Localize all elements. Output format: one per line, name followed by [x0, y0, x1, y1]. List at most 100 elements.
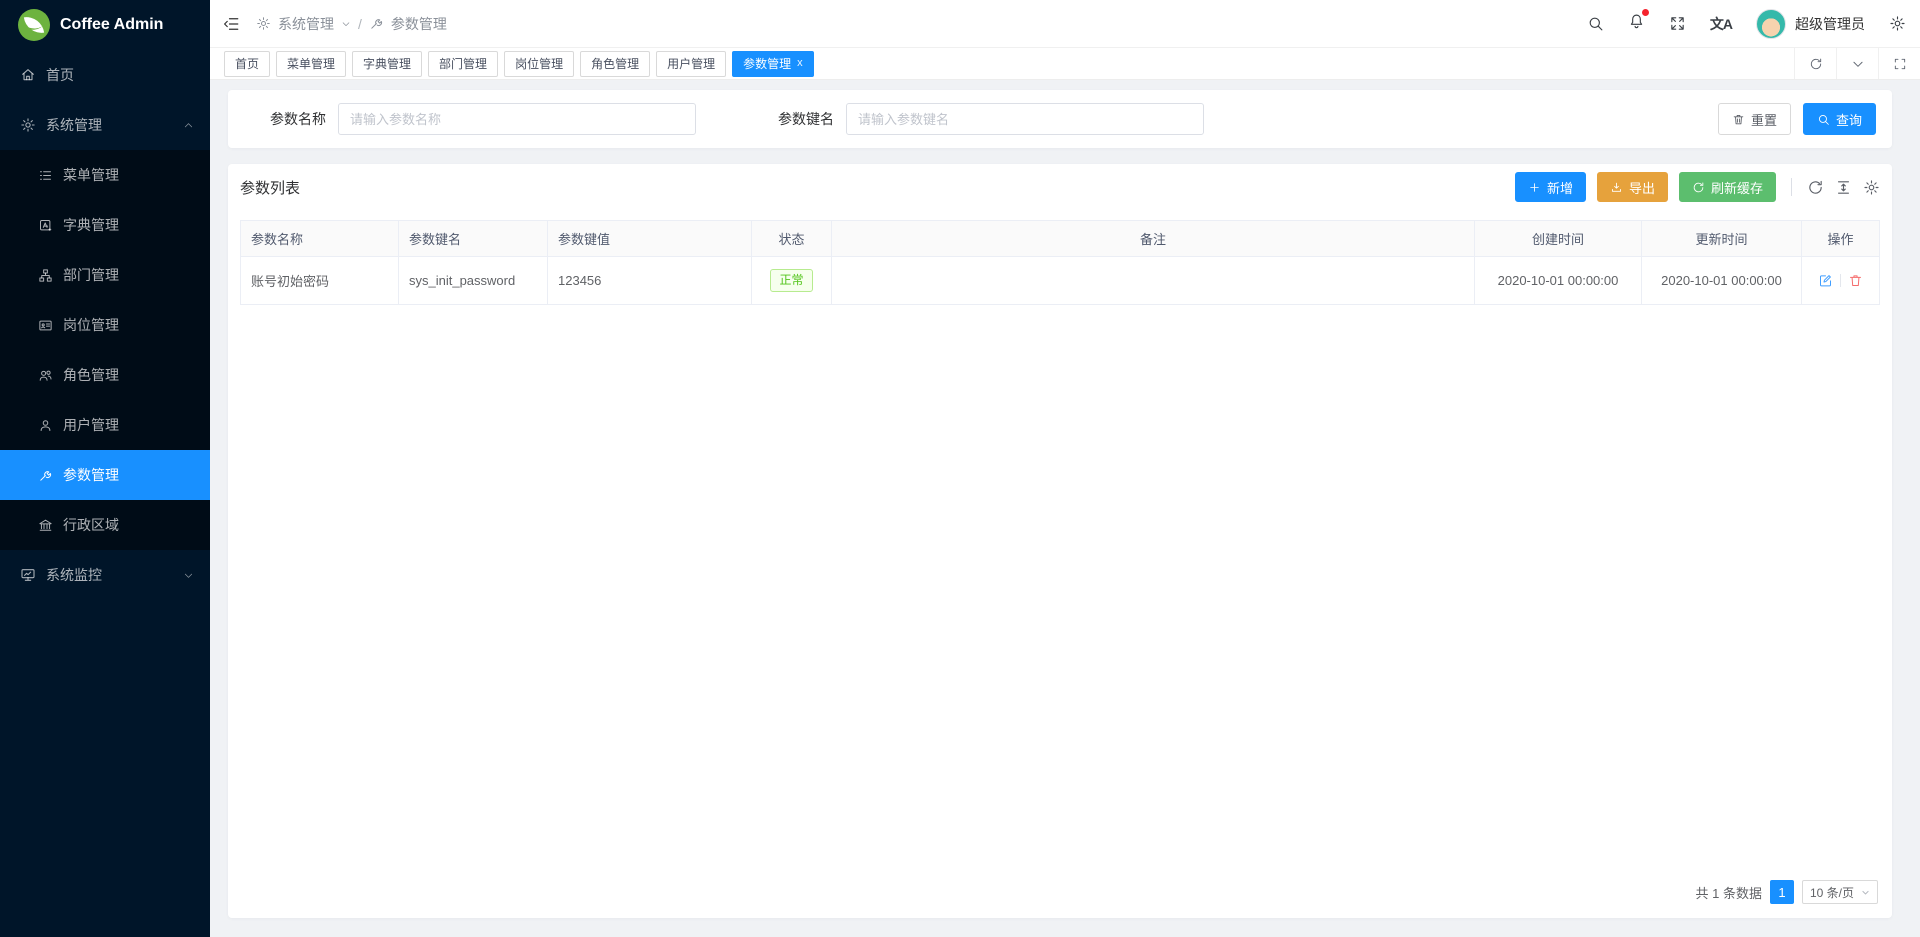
search-button-label: 查询 [1836, 110, 1862, 129]
export-button[interactable]: 导出 [1597, 172, 1668, 202]
main-area: 系统管理 / 参数管理 文A 超级管理员 首页 菜单管理 字典管理 部门管理 [210, 0, 1920, 937]
param-table: 参数名称 参数键名 参数键值 状态 备注 创建时间 更新时间 操作 账号初始密码… [240, 220, 1880, 305]
tab-param-mgmt[interactable]: 参数管理 x [732, 51, 814, 77]
column-settings-gear-icon[interactable] [1863, 179, 1880, 196]
param-key-label: 参数键名 [752, 109, 834, 129]
app-title: Coffee Admin [60, 16, 163, 34]
reset-button[interactable]: 重置 [1718, 103, 1791, 135]
param-name-input[interactable] [338, 103, 696, 135]
sidebar-item-label: 菜单管理 [63, 165, 119, 185]
sidebar-item-label: 首页 [46, 65, 74, 85]
breadcrumb: 系统管理 / 参数管理 [256, 14, 447, 34]
refresh-table-icon[interactable] [1807, 179, 1824, 196]
col-param-name: 参数名称 [241, 221, 399, 257]
settings-gear-icon[interactable] [1889, 15, 1906, 32]
sidebar-item-dict-mgmt[interactable]: 字典管理 [0, 200, 210, 250]
sidebar-submenu-system: 菜单管理 字典管理 部门管理 岗位管理 角色管理 用户管理 参数管理 行政区域 [0, 150, 210, 550]
tab-dict-mgmt[interactable]: 字典管理 [352, 51, 422, 77]
table-header-row: 参数名称 参数键名 参数键值 状态 备注 创建时间 更新时间 操作 [241, 221, 1880, 257]
page-content: 参数名称 参数键名 重置 查询 参数列表 [210, 80, 1920, 937]
table-row: 账号初始密码 sys_init_password 123456 正常 2020-… [241, 257, 1880, 305]
status-badge: 正常 [770, 269, 812, 291]
close-icon[interactable]: x [797, 58, 803, 69]
menu-fold-icon[interactable] [222, 15, 240, 33]
chevron-down-icon [341, 19, 351, 29]
sidebar-item-user-mgmt[interactable]: 用户管理 [0, 400, 210, 450]
page-button-1[interactable]: 1 [1770, 880, 1794, 904]
sidebar-item-post-mgmt[interactable]: 岗位管理 [0, 300, 210, 350]
notification-badge [1642, 9, 1649, 16]
tab-home[interactable]: 首页 [224, 51, 270, 77]
sidebar-item-label: 行政区域 [63, 515, 119, 535]
user-menu[interactable]: 超级管理员 [1756, 9, 1865, 39]
search-icon[interactable] [1587, 15, 1604, 32]
tab-label: 首页 [235, 55, 259, 72]
sidebar: Coffee Admin 首页 系统管理 菜单管理 字典管理 部门管理 岗位管理… [0, 0, 210, 937]
chevron-up-icon [183, 120, 194, 131]
tabbar-controls [1794, 48, 1920, 79]
tab-dept-mgmt[interactable]: 部门管理 [428, 51, 498, 77]
cell-create-time: 2020-10-01 00:00:00 [1475, 257, 1642, 305]
col-remark: 备注 [832, 221, 1475, 257]
sidebar-group-system[interactable]: 系统管理 [0, 100, 210, 150]
logo-icon [18, 9, 50, 41]
tab-role-mgmt[interactable]: 角色管理 [580, 51, 650, 77]
org-chart-icon [38, 268, 53, 283]
breadcrumb-item[interactable]: 系统管理 [278, 14, 334, 34]
col-param-value: 参数键值 [548, 221, 752, 257]
cell-actions [1802, 257, 1880, 305]
sidebar-item-role-mgmt[interactable]: 角色管理 [0, 350, 210, 400]
list-title: 参数列表 [240, 177, 300, 198]
search-icon [1817, 113, 1830, 126]
row-density-icon[interactable] [1835, 179, 1852, 196]
content-fullscreen-button[interactable] [1878, 48, 1920, 79]
tab-options-button[interactable] [1836, 48, 1878, 79]
top-header: 系统管理 / 参数管理 文A 超级管理员 [210, 0, 1920, 48]
list-toolbar: 参数列表 新增 导出 刷新缓存 [240, 164, 1880, 210]
divider [1840, 274, 1841, 287]
search-button[interactable]: 查询 [1803, 103, 1876, 135]
home-icon [20, 67, 36, 83]
pagination: 共 1 条数据 1 10 条/页 [240, 880, 1880, 918]
tab-menu-mgmt[interactable]: 菜单管理 [276, 51, 346, 77]
cell-update-time: 2020-10-01 00:00:00 [1642, 257, 1802, 305]
header-actions: 文A 超级管理员 [1587, 9, 1906, 39]
pagination-total: 共 1 条数据 [1696, 883, 1762, 902]
sidebar-item-dept-mgmt[interactable]: 部门管理 [0, 250, 210, 300]
notification-bell[interactable] [1628, 13, 1645, 35]
sidebar-item-region[interactable]: 行政区域 [0, 500, 210, 550]
refresh-icon [1809, 57, 1823, 71]
refresh-icon [1692, 181, 1705, 194]
chevron-down-icon [1861, 888, 1870, 897]
sidebar-item-menu-mgmt[interactable]: 菜单管理 [0, 150, 210, 200]
add-button[interactable]: 新增 [1515, 172, 1586, 202]
menu-list-icon [38, 168, 53, 183]
edit-icon[interactable] [1818, 273, 1833, 288]
filter-buttons: 重置 查询 [1718, 103, 1876, 135]
tab-user-mgmt[interactable]: 用户管理 [656, 51, 726, 77]
fullscreen-icon[interactable] [1669, 15, 1686, 32]
plus-icon [1528, 181, 1541, 194]
param-key-input[interactable] [846, 103, 1204, 135]
gear-icon [256, 16, 271, 31]
sidebar-item-label: 角色管理 [63, 365, 119, 385]
roles-icon [38, 368, 53, 383]
export-button-label: 导出 [1629, 178, 1655, 197]
sidebar-item-label: 参数管理 [63, 465, 119, 485]
sidebar-item-param-mgmt[interactable]: 参数管理 [0, 450, 210, 500]
tab-post-mgmt[interactable]: 岗位管理 [504, 51, 574, 77]
page-size-select[interactable]: 10 条/页 [1802, 880, 1878, 904]
cell-param-value: 123456 [548, 257, 752, 305]
delete-icon[interactable] [1848, 273, 1863, 288]
sidebar-item-home[interactable]: 首页 [0, 50, 210, 100]
user-name: 超级管理员 [1795, 14, 1865, 34]
language-switch-icon[interactable]: 文A [1710, 14, 1732, 34]
trash-icon [1732, 113, 1745, 126]
sidebar-item-label: 用户管理 [63, 415, 119, 435]
refresh-cache-button[interactable]: 刷新缓存 [1679, 172, 1776, 202]
sidebar-group-monitor[interactable]: 系统监控 [0, 550, 210, 600]
fullscreen-box-icon [1893, 57, 1907, 71]
tab-label: 菜单管理 [287, 55, 335, 72]
add-button-label: 新增 [1547, 178, 1573, 197]
refresh-page-button[interactable] [1794, 48, 1836, 79]
